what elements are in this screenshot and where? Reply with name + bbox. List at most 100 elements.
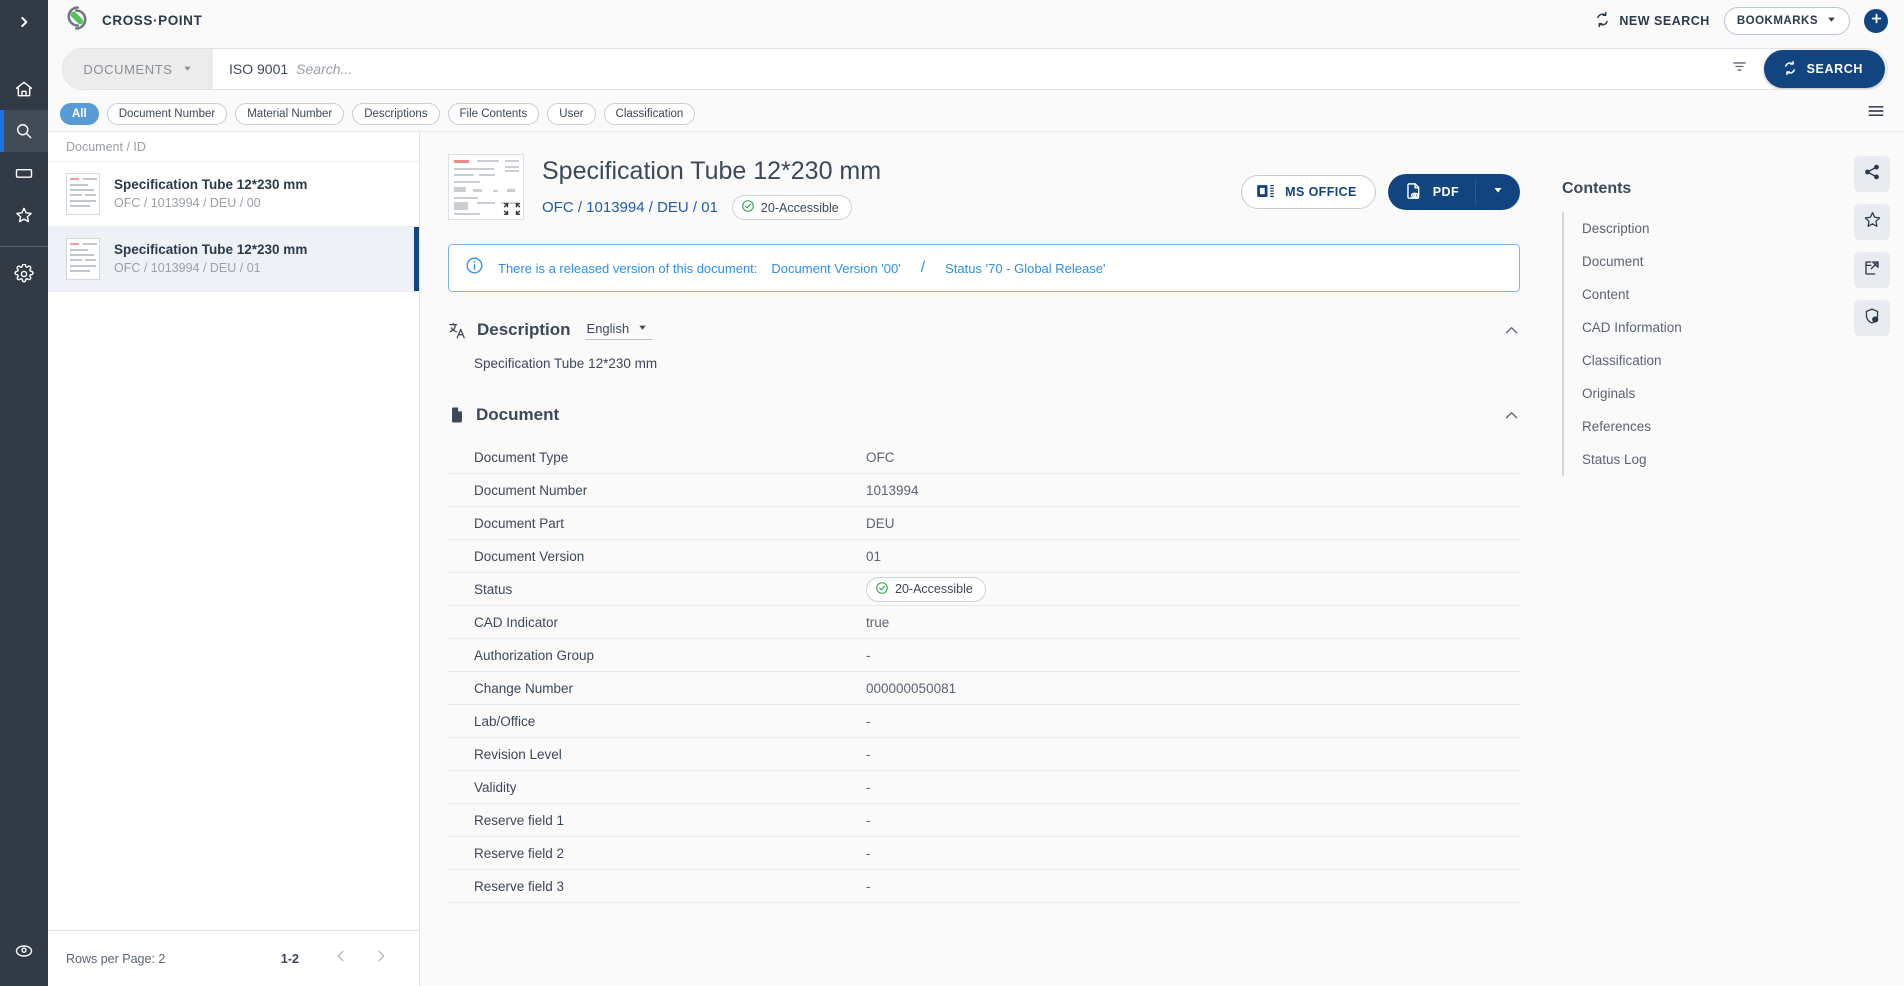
search-input[interactable]: ISO 9001 Search...: [213, 49, 1715, 89]
document-header: Specification Tube 12*230 mm OFC / 10139…: [448, 154, 1540, 220]
star-icon: [1863, 210, 1882, 234]
bookmarks-button[interactable]: BOOKMARKS: [1723, 6, 1850, 35]
left-navigation-rail: [0, 0, 48, 986]
search-bar: DOCUMENTS ISO 9001 Search... SEARCH: [62, 48, 1888, 90]
chip-user[interactable]: User: [547, 102, 596, 125]
document-subheader: OFC / 1013994 / DEU / 01 20-Accessible: [542, 195, 1223, 220]
status-badge-label: 20-Accessible: [760, 200, 839, 215]
property-value: true: [866, 614, 890, 630]
document-section: Document Document Type OFC Document Numb…: [448, 405, 1540, 903]
table-row: Document Type OFC: [448, 441, 1520, 474]
chip-descriptions[interactable]: Descriptions: [352, 102, 440, 125]
list-item-title: Specification Tube 12*230 mm: [114, 241, 308, 257]
shield-check-icon: [1863, 307, 1881, 330]
table-row: Lab/Office -: [448, 705, 1520, 738]
chip-document-number[interactable]: Document Number: [106, 102, 228, 125]
search-row: DOCUMENTS ISO 9001 Search... SEARCH: [48, 42, 1904, 96]
table-row: Reserve field 1 -: [448, 804, 1520, 837]
add-button[interactable]: [1864, 8, 1888, 33]
previous-page-button[interactable]: [321, 948, 361, 969]
ms-office-button[interactable]: MS OFFICE: [1241, 175, 1376, 209]
property-value: 000000050081: [866, 680, 957, 696]
property-key: Lab/Office: [474, 713, 536, 729]
search-scope-select[interactable]: DOCUMENTS: [63, 49, 213, 89]
chip-classification[interactable]: Classification: [603, 102, 696, 125]
favorite-button[interactable]: [1854, 204, 1890, 240]
property-value: -: [866, 647, 871, 663]
contents-item-cad-information[interactable]: CAD Information: [1564, 311, 1840, 344]
language-select[interactable]: English: [584, 321, 653, 340]
status-badge: 20-Accessible: [731, 195, 852, 220]
search-input-value: ISO 9001: [229, 61, 289, 77]
chip-material-number[interactable]: Material Number: [235, 102, 345, 125]
sidebar-item-home[interactable]: [0, 68, 48, 110]
search-button-label: SEARCH: [1806, 62, 1863, 76]
chevron-right-icon: [373, 948, 389, 969]
contents-item-content[interactable]: Content: [1564, 278, 1840, 311]
home-icon: [14, 79, 34, 99]
contents-item-document[interactable]: Document: [1564, 245, 1840, 278]
description-collapse-toggle[interactable]: [1503, 322, 1520, 339]
filter-button[interactable]: [1715, 58, 1764, 80]
banner-status: Status '70 - Global Release': [945, 260, 1106, 276]
sidebar-item-favorites[interactable]: [0, 194, 48, 236]
property-value: -: [866, 779, 871, 795]
banner-version: Document Version '00': [771, 260, 901, 276]
document-preview-icon[interactable]: [448, 154, 524, 220]
new-search-button[interactable]: NEW SEARCH: [1594, 11, 1709, 31]
search-button[interactable]: SEARCH: [1763, 50, 1885, 88]
pdf-dropdown-button[interactable]: [1476, 174, 1520, 210]
property-value: -: [866, 746, 871, 762]
nav-expand-toggle[interactable]: [0, 0, 48, 44]
contents-item-classification[interactable]: Classification: [1564, 344, 1840, 377]
share-button[interactable]: [1854, 156, 1890, 192]
list-item[interactable]: Specification Tube 12*230 mm OFC / 10139…: [48, 227, 419, 292]
contents-item-originals[interactable]: Originals: [1564, 377, 1840, 410]
banner-separator: /: [920, 259, 926, 276]
contents-item-description[interactable]: Description: [1564, 212, 1840, 245]
next-page-button[interactable]: [361, 948, 401, 969]
crosspoint-logo-icon: [62, 3, 92, 38]
brand[interactable]: CROSS·POINT: [62, 3, 202, 38]
property-value: -: [866, 845, 871, 861]
contents-title: Contents: [1562, 180, 1632, 197]
sidebar-item-account[interactable]: [0, 930, 48, 972]
search-scope-label: DOCUMENTS: [83, 61, 173, 77]
open-external-button[interactable]: [1854, 252, 1890, 288]
rows-per-page-label[interactable]: Rows per Page: 2: [66, 952, 165, 966]
sidebar-item-settings[interactable]: [0, 253, 48, 295]
chip-file-contents[interactable]: File Contents: [447, 102, 540, 125]
top-actions: NEW SEARCH BOOKMARKS: [1594, 6, 1888, 35]
info-icon: [465, 256, 484, 280]
permissions-button[interactable]: [1854, 300, 1890, 336]
list-item-id: OFC / 1013994 / DEU / 01: [114, 261, 261, 276]
document-detail-main: Specification Tube 12*230 mm OFC / 10139…: [420, 132, 1540, 986]
property-key: Reserve field 2: [474, 845, 565, 861]
page-range-label: 1-2: [280, 951, 299, 966]
hamburger-menu-icon: [1866, 101, 1886, 126]
sidebar-item-search[interactable]: [0, 110, 48, 152]
pdf-button[interactable]: PDF: [1388, 174, 1475, 210]
chevron-down-icon: [1492, 183, 1504, 201]
view-options-button[interactable]: [1866, 101, 1888, 126]
bookmarks-label: BOOKMARKS: [1736, 14, 1818, 27]
table-row: Authorization Group -: [448, 639, 1520, 672]
check-circle-icon: [741, 199, 755, 216]
description-text: Specification Tube 12*230 mm: [474, 356, 658, 371]
contents-item-references[interactable]: References: [1564, 410, 1840, 443]
page-title: Specification Tube 12*230 mm: [542, 157, 882, 185]
document-collapse-toggle[interactable]: [1503, 407, 1520, 424]
chip-all[interactable]: All: [60, 102, 99, 125]
property-value-badge: 20-Accessible: [866, 576, 1520, 602]
list-item[interactable]: Specification Tube 12*230 mm OFC / 10139…: [48, 162, 419, 227]
contents-item-status-log[interactable]: Status Log: [1564, 443, 1840, 476]
chevron-down-icon: [182, 62, 193, 77]
results-column-header: Document / ID: [48, 132, 419, 162]
list-item-title: Specification Tube 12*230 mm: [114, 176, 308, 192]
table-row: Document Version 01: [448, 540, 1520, 573]
property-value: -: [866, 713, 871, 729]
document-id[interactable]: OFC / 1013994 / DEU / 01: [542, 199, 718, 216]
property-value: OFC: [866, 449, 895, 465]
property-key: Reserve field 3: [474, 878, 565, 894]
sidebar-item-folders[interactable]: [0, 152, 48, 194]
